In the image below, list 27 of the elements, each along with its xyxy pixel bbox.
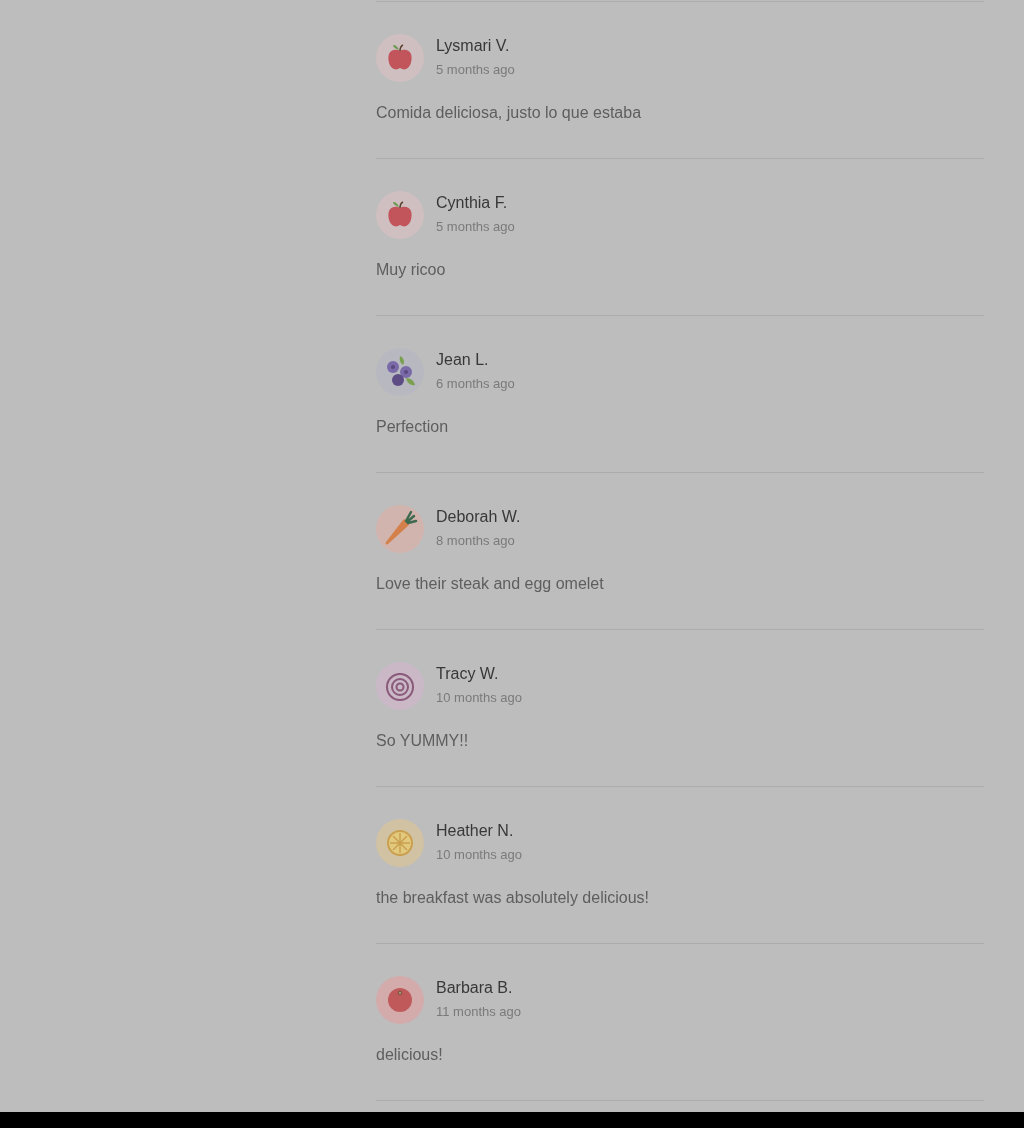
- review-time: 8 months ago: [436, 532, 516, 550]
- review-time: 10 months ago: [436, 846, 522, 864]
- onion-icon: [376, 662, 424, 710]
- review-time: 5 months ago: [436, 61, 515, 79]
- reviewer-name: Cynthia F.: [436, 193, 509, 213]
- apple-icon: [376, 34, 424, 82]
- review-time: 6 months ago: [436, 375, 515, 393]
- lemon-slice-icon: [376, 819, 424, 867]
- review-time: 10 months ago: [436, 689, 522, 707]
- review-text: Comida deliciosa, justo lo que estaba: [376, 103, 643, 123]
- reviewer-name: Jean L.: [436, 350, 490, 370]
- reviewer-name: Heather N.: [436, 821, 515, 841]
- reviewer-name: Barbara B.: [436, 978, 514, 998]
- review-text: delicious!: [376, 1045, 444, 1065]
- review-text: Love their steak and egg omelet: [376, 574, 605, 594]
- reviewer-name: Lysmari V.: [436, 36, 511, 56]
- apple-icon: [376, 191, 424, 239]
- tomato-icon: [376, 976, 424, 1024]
- carrot-icon: [376, 505, 424, 553]
- review-text: So YUMMY!!: [376, 731, 470, 751]
- review-text: Perfection: [376, 417, 450, 437]
- review-text: Muy ricoo: [376, 260, 447, 280]
- review-text: the breakfast was absolutely delicious!: [376, 888, 651, 908]
- review-time: 5 months ago: [436, 218, 515, 236]
- reviewer-name: Deborah W.: [436, 507, 521, 527]
- reviewer-name: Tracy W.: [436, 664, 500, 684]
- review-time: 11 months ago: [436, 1003, 522, 1021]
